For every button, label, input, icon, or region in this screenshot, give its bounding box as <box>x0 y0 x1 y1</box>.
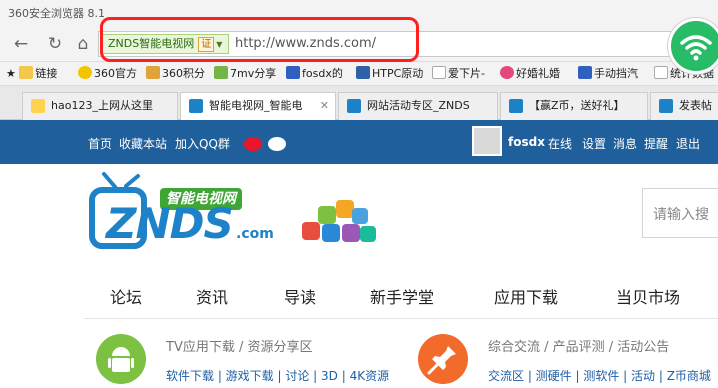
search-input[interactable]: 请输入搜 <box>642 188 718 238</box>
hao123-icon <box>31 99 45 113</box>
nav-favorite-link[interactable]: 收藏本站 <box>119 135 167 152</box>
bookmark-item[interactable]: 爱下片- <box>432 66 485 82</box>
tab-hao123[interactable]: hao123_上网从这里 <box>22 92 178 120</box>
mv-icon <box>214 66 228 79</box>
znds-icon <box>189 99 203 113</box>
site-logo[interactable]: 智能电视网 ZNDS .com <box>86 170 286 254</box>
nav-news[interactable]: 资讯 <box>196 284 228 308</box>
card-title[interactable]: 综合交流 / 产品评测 / 活动公告 <box>488 336 669 355</box>
app-icon <box>318 206 336 224</box>
nav-notify-link[interactable]: 提醒 <box>644 135 668 152</box>
app-icon <box>352 208 368 224</box>
refresh-icon[interactable]: ↻ <box>44 33 66 55</box>
username[interactable]: fosdx <box>508 135 545 149</box>
paw-icon <box>578 66 592 79</box>
bookmark-item[interactable]: fosdx的 <box>286 66 343 82</box>
tab-znds[interactable]: 智能电视网_智能电 ✕ <box>180 92 336 121</box>
nav-home-link[interactable]: 首页 <box>88 135 112 152</box>
znds-icon <box>509 99 523 113</box>
app-icon <box>360 226 376 242</box>
znds-icon <box>347 99 361 113</box>
coin-icon <box>146 66 160 79</box>
pushpin-icon[interactable] <box>418 334 468 384</box>
app-icon <box>322 224 340 242</box>
nav-forum[interactable]: 论坛 <box>110 284 142 308</box>
card-title[interactable]: TV应用下载 / 资源分享区 <box>166 336 312 355</box>
bookmark-item[interactable]: HTPC原动 <box>356 66 423 82</box>
site-icon <box>356 66 370 79</box>
znds-icon <box>659 99 673 113</box>
wechat-icon[interactable] <box>268 137 286 151</box>
nav-dangbei-market[interactable]: 当贝市场 <box>616 284 680 308</box>
nav-newbie[interactable]: 新手学堂 <box>370 284 434 308</box>
nav-online-link[interactable]: 在线 <box>548 135 572 152</box>
bookmark-item[interactable]: 7mv分享 <box>214 66 276 82</box>
bookmark-item[interactable]: 手动挡汽 <box>578 66 638 82</box>
logo-brand: ZNDS <box>106 199 234 248</box>
back-arrow-icon[interactable]: ← <box>10 33 32 55</box>
tab-event[interactable]: 【赢Z币，送好礼】 <box>500 92 648 120</box>
nav-logout-link[interactable]: 退出 <box>676 135 700 152</box>
app-icon <box>342 224 360 242</box>
paw-icon <box>286 66 300 79</box>
page-icon <box>432 66 446 79</box>
bookmark-item[interactable]: 360官方 <box>78 66 137 82</box>
tab-activity[interactable]: 网站活动专区_ZNDS <box>338 92 498 120</box>
nav-guide[interactable]: 导读 <box>284 284 316 308</box>
app-icons-cluster <box>300 200 380 246</box>
avatar[interactable] <box>472 126 502 156</box>
card-links[interactable]: 软件下载 | 游戏下载 | 讨论 | 3D | 4K资源 <box>166 367 389 384</box>
close-icon[interactable]: ✕ <box>320 93 329 119</box>
app-icon <box>302 222 320 240</box>
nav-qq-link[interactable]: 加入QQ群 <box>175 135 230 152</box>
card-links[interactable]: 交流区 | 测硬件 | 测软件 | 活动 | Z币商城 <box>488 367 711 384</box>
bookmark-item[interactable]: 好婚礼婚 <box>500 66 560 82</box>
tab-strip: hao123_上网从这里 智能电视网_智能电 ✕ 网站活动专区_ZNDS 【赢Z… <box>0 86 718 121</box>
weibo-icon[interactable] <box>244 137 262 151</box>
divider <box>84 318 718 319</box>
smiley-icon <box>78 66 92 79</box>
site-topbar: 首页 收藏本站 加入QQ群 fosdx 在线 设置 消息 提醒 退出 <box>0 120 718 164</box>
nav-app-download[interactable]: 应用下载 <box>494 284 558 308</box>
window-title: 360安全浏览器 8.1 <box>8 7 105 20</box>
highlight-annotation <box>100 17 419 62</box>
bookmark-item[interactable]: 360积分 <box>146 66 205 82</box>
wifi-icon[interactable] <box>668 18 718 74</box>
tab-post[interactable]: 发表帖 <box>650 92 718 120</box>
android-icon[interactable] <box>96 334 146 384</box>
nav-settings-link[interactable]: 设置 <box>582 135 606 152</box>
logo-domain-suffix: .com <box>236 226 274 242</box>
bookmark-item[interactable]: ★ 链接 <box>6 66 57 82</box>
page-icon <box>654 66 668 79</box>
bookmarks-bar: ★ 链接 360官方 360积分 7mv分享 fosdx的 HTPC原动 爱下片… <box>0 62 718 86</box>
heart-icon <box>500 66 514 79</box>
folder-icon <box>19 66 34 79</box>
nav-messages-link[interactable]: 消息 <box>613 135 637 152</box>
home-icon[interactable]: ⌂ <box>72 33 94 55</box>
